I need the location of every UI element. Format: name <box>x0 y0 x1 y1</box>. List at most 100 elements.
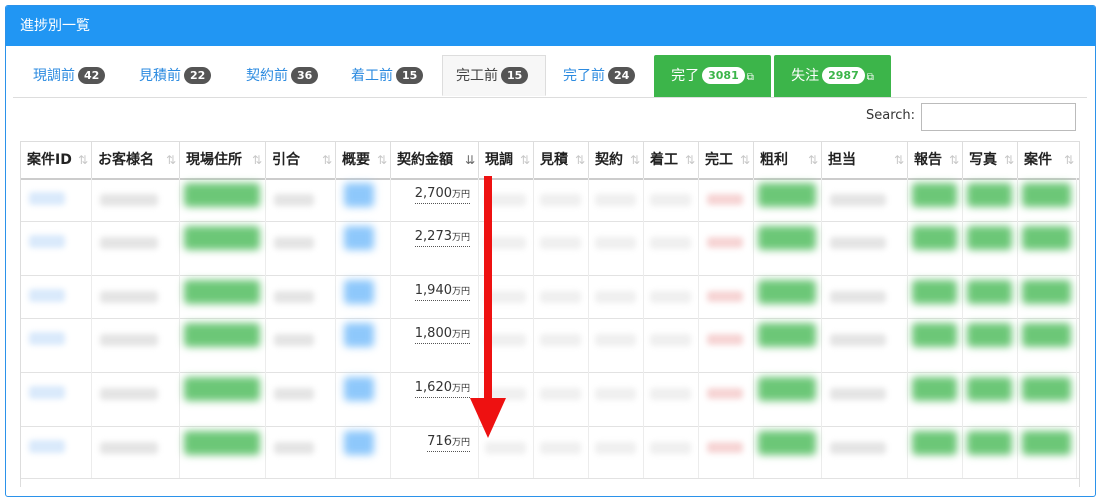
sort-icon: ⇅ <box>321 153 332 167</box>
table-row[interactable]: 1,800万円 <box>21 318 1079 373</box>
contract-amount[interactable]: 1,800万円 <box>414 326 470 344</box>
blurred-content <box>100 334 158 346</box>
col-summary[interactable]: 概要 ⇅ <box>336 142 391 178</box>
blurred-content <box>540 442 581 454</box>
blurred-content <box>344 226 374 250</box>
col-kankou[interactable]: 完工 ⇅ <box>699 142 754 178</box>
table-cell <box>21 372 92 426</box>
table-cell <box>1018 275 1077 318</box>
blurred-content <box>912 323 957 347</box>
tab-genchou-mae[interactable]: 現調前 42 <box>33 55 106 97</box>
col-genchou[interactable]: 現調 ⇅ <box>479 142 534 178</box>
table-cell <box>822 221 908 275</box>
blurred-content <box>758 377 816 401</box>
blurred-content <box>650 442 691 454</box>
blurred-content <box>1022 431 1071 455</box>
col-anken[interactable]: 案件 ⇅ <box>1018 142 1077 178</box>
blurred-content <box>100 291 158 303</box>
blurred-content <box>540 194 581 206</box>
table-cell <box>963 275 1018 318</box>
table-cell <box>266 426 336 478</box>
count-badge: 15 <box>501 67 529 84</box>
col-photo[interactable]: 写真 ⇅ <box>963 142 1018 178</box>
col-site-address[interactable]: 現場住所 ⇅ <box>180 142 266 178</box>
col-report[interactable]: 報告 ⇅ <box>908 142 963 178</box>
table-row[interactable]: 716万円 <box>21 426 1079 479</box>
col-inquiry[interactable]: 引合 ⇅ <box>266 142 336 178</box>
table-cell <box>180 275 266 318</box>
col-anken-id[interactable]: 案件ID ⇅ <box>21 142 92 178</box>
table-cell: 1,940万円 <box>391 275 479 318</box>
table-cell <box>754 221 822 275</box>
count-badge: 22 <box>184 67 212 84</box>
blurred-content <box>758 323 816 347</box>
contract-amount[interactable]: 716万円 <box>427 434 470 452</box>
table-cell <box>92 178 180 221</box>
tab-kankou-mae[interactable]: 完工前 15 <box>442 55 546 96</box>
tab-keiyaku-mae[interactable]: 契約前 36 <box>246 55 319 97</box>
table-cell <box>266 275 336 318</box>
tab-chakkou-mae[interactable]: 着工前 15 <box>351 55 424 97</box>
col-mitsumori[interactable]: 見積 ⇅ <box>534 142 589 178</box>
contract-amount[interactable]: 1,940万円 <box>414 283 470 301</box>
table-cell <box>589 426 644 478</box>
table-cell <box>644 372 699 426</box>
amount-value: 1,620 <box>414 380 452 395</box>
blurred-content <box>650 334 691 346</box>
blurred-content <box>595 442 636 454</box>
table-cell <box>534 178 589 221</box>
blurred-content <box>1022 183 1071 207</box>
table-row[interactable]: 1,620万円 <box>21 372 1079 427</box>
external-link-icon: ⧉ <box>866 72 874 83</box>
search-label: Search: <box>866 108 916 123</box>
blurred-content <box>184 377 260 401</box>
table-cell <box>644 221 699 275</box>
blurred-content <box>344 377 374 401</box>
blurred-content <box>758 280 816 304</box>
search-input[interactable] <box>921 103 1076 131</box>
col-contract-amount[interactable]: 契約金額 ⇊ <box>391 142 479 178</box>
table-cell <box>92 372 180 426</box>
tab-kanryou[interactable]: 完了 3081 ⧉ <box>654 55 771 97</box>
panel-title: 進捗別一覧 <box>6 6 1095 46</box>
table-cell <box>822 372 908 426</box>
blurred-content <box>344 280 374 304</box>
down-arrow-icon <box>470 176 506 438</box>
table-cell <box>589 221 644 275</box>
table-cell <box>822 275 908 318</box>
contract-amount[interactable]: 1,620万円 <box>414 380 470 398</box>
col-keiyaku[interactable]: 契約 ⇅ <box>589 142 644 178</box>
tab-mitsumori-mae[interactable]: 見積前 22 <box>139 55 212 97</box>
table-cell <box>589 318 644 372</box>
table-cell <box>336 178 391 221</box>
sort-icon: ⇅ <box>1003 153 1014 167</box>
col-chakkou[interactable]: 着工 ⇅ <box>644 142 699 178</box>
table-row[interactable]: 1,940万円 <box>21 275 1079 319</box>
blurred-content <box>758 183 816 207</box>
contract-amount[interactable]: 2,700万円 <box>414 186 470 204</box>
col-customer-name[interactable]: お客様名 ⇅ <box>92 142 180 178</box>
blurred-content <box>912 377 957 401</box>
col-tantou[interactable]: 担当 ⇅ <box>822 142 908 178</box>
table-cell <box>1018 178 1077 221</box>
project-table: 案件ID ⇅ お客様名 ⇅ 現場住所 ⇅ 引合 ⇅ 概要 ⇅ 契約金額 ⇊ 現調 ⇅ 見積 ⇅ … <box>20 141 1080 487</box>
blurred-content <box>100 237 158 249</box>
blurred-content <box>967 377 1012 401</box>
table-cell <box>589 372 644 426</box>
table-row[interactable]: 2,700万円 <box>21 178 1079 222</box>
blurred-content <box>830 388 886 400</box>
table-cell <box>534 426 589 478</box>
table-cell <box>589 275 644 318</box>
tab-kanryou-mae[interactable]: 完了前 24 <box>563 55 636 97</box>
table-cell: 716万円 <box>391 426 479 478</box>
contract-amount[interactable]: 2,273万円 <box>414 229 470 247</box>
col-gross-profit[interactable]: 粗利 ⇅ <box>754 142 822 178</box>
blurred-content <box>707 334 743 345</box>
table-cell <box>92 221 180 275</box>
blurred-content <box>967 280 1012 304</box>
tab-shicchuu[interactable]: 失注 2987 ⧉ <box>774 55 891 97</box>
table-cell <box>644 275 699 318</box>
table-cell <box>699 275 754 318</box>
table-row[interactable]: 2,273万円 <box>21 221 1079 276</box>
table-cell <box>589 178 644 221</box>
